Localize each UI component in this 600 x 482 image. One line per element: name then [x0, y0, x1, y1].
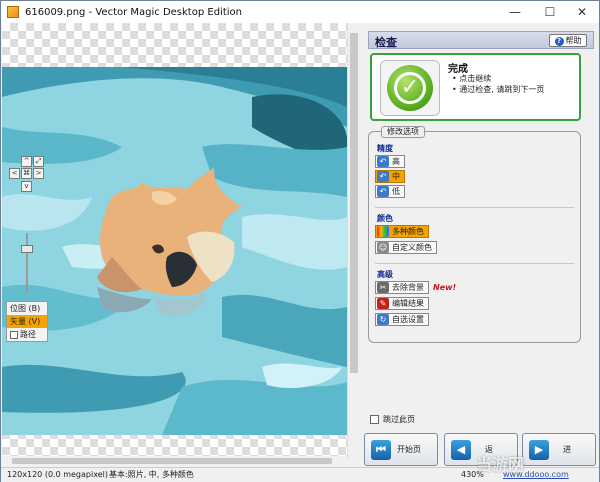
multi-color-label: 多种颜色 [392, 227, 424, 236]
advanced-label: 高级 [377, 270, 393, 279]
wizard-panel: 检查 ?帮助 ✓ 完成 点击继续 通过检查, 请跳到下一页 修改选项 精度 ↶高… [362, 23, 599, 466]
path-view-option[interactable]: 路径 [7, 328, 47, 341]
zoom-fit-button[interactable]: ⤢ [33, 156, 44, 167]
panel-header: 检查 ? 帮助 [368, 31, 594, 49]
edit-result-label: 编辑结果 [392, 299, 424, 308]
precision-icon: ↶ [377, 186, 389, 197]
vertical-scrollbar[interactable] [347, 23, 359, 459]
skip-page-checkbox[interactable] [370, 415, 379, 424]
precision-low-label: 低 [392, 187, 400, 196]
help-label: 帮助 [565, 36, 582, 45]
custom-palette-icon: ☺ [377, 242, 389, 253]
maximize-button[interactable]: ☐ [533, 1, 567, 23]
watermark: 当游网 [476, 455, 525, 474]
precision-high-label: 高 [392, 157, 400, 166]
success-check-icon: ✓ [380, 60, 440, 116]
path-checkbox[interactable] [10, 330, 18, 339]
view-mode-box: 位图 (B) 矢量 (V) 路径 [6, 301, 48, 342]
vectorized-image [2, 67, 347, 435]
options-group: 修改选项 精度 ↶ 高 ↶ 中 ↶ 低 颜色 多种颜色 ☺ 自定义颜色 高级 ✂ 去除背景… [368, 126, 581, 343]
divider [375, 263, 574, 264]
refresh-icon: ↻ [377, 314, 389, 325]
vertical-scroll-thumb[interactable] [350, 33, 358, 373]
auto-settings-button[interactable]: ↻ 自选设置 [375, 313, 429, 326]
multi-color-button[interactable]: 多种颜色 [375, 225, 429, 238]
window-title: 616009.png - Vector Magic Desktop Editio… [25, 6, 242, 18]
palette-icon [377, 226, 389, 237]
zoom-slider-track[interactable] [26, 233, 28, 293]
pan-down-button[interactable]: v [21, 181, 32, 192]
help-button[interactable]: ? 帮助 [549, 34, 587, 47]
next-label: 进 [563, 445, 571, 454]
image-canvas[interactable]: ^ ⤢ < ⌘ > v 位图 (B) 矢量 (V) 路径 [2, 23, 347, 459]
next-button[interactable]: ▶ 进 [522, 433, 596, 466]
skip-page-label: 跳过此页 [383, 415, 415, 424]
color-label: 颜色 [377, 214, 393, 223]
precision-icon: ↶ [377, 156, 389, 167]
done-box: ✓ 完成 点击继续 通过检查, 请跳到下一页 [370, 53, 581, 121]
pencil-icon: ✎ [377, 298, 389, 309]
remove-background-button[interactable]: ✂ 去除背景 [375, 281, 429, 294]
precision-high-button[interactable]: ↶ 高 [375, 155, 405, 168]
horizontal-scrollbar[interactable] [2, 456, 347, 466]
pan-up-button[interactable]: ^ [21, 156, 32, 167]
navigation-pad: ^ ⤢ < ⌘ > v [2, 23, 52, 223]
custom-color-label: 自定义颜色 [392, 243, 432, 252]
image-size-info: 120x120 (0.0 megapixel) [7, 470, 108, 479]
edit-result-button[interactable]: ✎ 编辑结果 [375, 297, 429, 310]
panel-title: 检查 [375, 36, 397, 49]
bitmap-view-option[interactable]: 位图 (B) [7, 302, 47, 315]
next-arrow-icon: ▶ [529, 439, 549, 460]
done-list: 点击继续 通过检查, 请跳到下一页 [452, 73, 544, 95]
remove-background-label: 去除背景 [392, 283, 424, 292]
zoom-slider-thumb[interactable] [21, 245, 33, 253]
app-icon [7, 6, 19, 18]
minimize-button[interactable]: — [498, 1, 532, 23]
first-page-icon: ⏮ [371, 439, 391, 460]
pan-right-button[interactable]: > [33, 168, 44, 179]
precision-medium-label: 中 [392, 172, 400, 181]
settings-info: 基本:照片, 中, 多种颜色 [109, 470, 194, 479]
options-tab[interactable]: 修改选项 [381, 126, 425, 138]
skip-page-option[interactable]: 跳过此页 [370, 414, 415, 425]
done-item: 点击继续 [452, 73, 544, 84]
start-page-label: 开始页 [397, 445, 421, 454]
precision-medium-button[interactable]: ↶ 中 [375, 170, 405, 183]
close-button[interactable]: ✕ [565, 1, 599, 23]
path-label: 路径 [20, 330, 36, 339]
start-page-button[interactable]: ⏮ 开始页 [364, 433, 438, 466]
pan-left-button[interactable]: < [9, 168, 20, 179]
back-arrow-icon: ◀ [451, 439, 471, 460]
done-item: 通过检查, 请跳到下一页 [452, 84, 544, 95]
horizontal-scroll-thumb[interactable] [12, 458, 332, 464]
app-window: 616009.png - Vector Magic Desktop Editio… [0, 0, 600, 482]
divider [375, 207, 574, 208]
custom-color-button[interactable]: ☺ 自定义颜色 [375, 241, 437, 254]
precision-icon: ↶ [377, 171, 389, 182]
remove-background-icon: ✂ [377, 282, 389, 293]
precision-label: 精度 [377, 144, 393, 153]
precision-low-button[interactable]: ↶ 低 [375, 185, 405, 198]
new-badge: New! [433, 283, 457, 292]
vector-view-option[interactable]: 矢量 (V) [7, 315, 47, 328]
title-bar: 616009.png - Vector Magic Desktop Editio… [1, 1, 599, 23]
help-icon: ? [554, 37, 564, 46]
pan-center-button[interactable]: ⌘ [21, 168, 32, 179]
auto-settings-label: 自选设置 [392, 315, 424, 324]
